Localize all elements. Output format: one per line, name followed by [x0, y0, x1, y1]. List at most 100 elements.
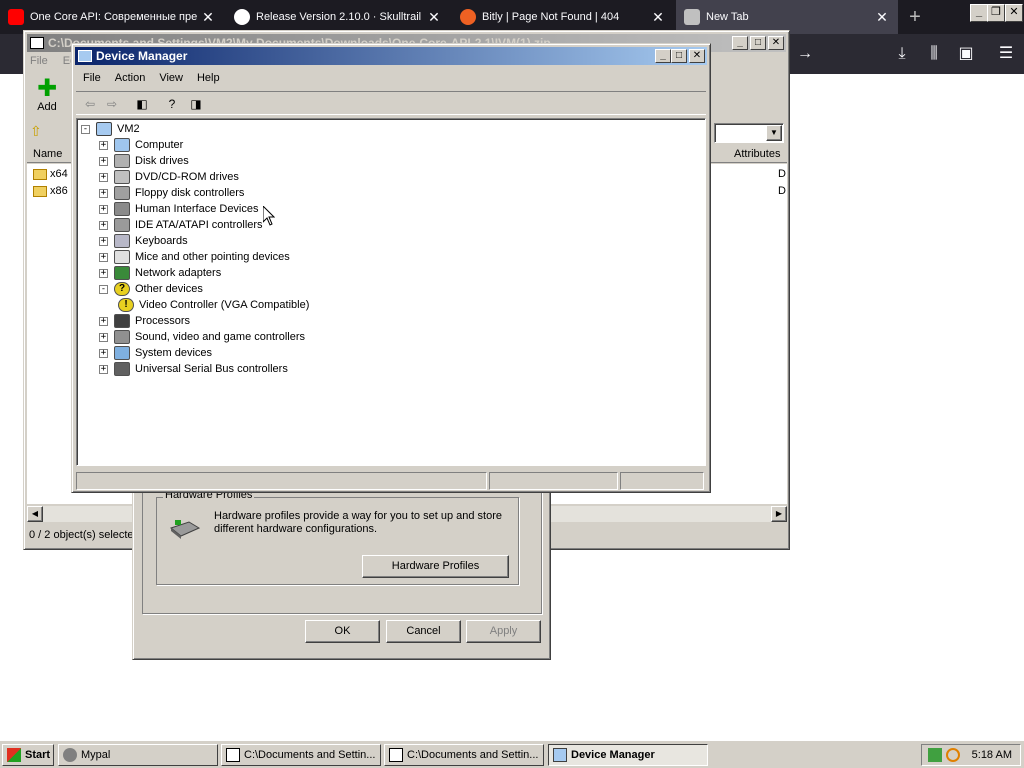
maximize-button[interactable]: □ — [750, 36, 766, 50]
tree-category-item[interactable]: + Sound, video and game controllers — [99, 329, 305, 345]
expand-icon[interactable]: + — [99, 204, 108, 214]
network-tray-icon[interactable] — [928, 748, 942, 762]
sidebar-icon[interactable]: ▣ — [955, 43, 977, 65]
expand-icon[interactable]: + — [99, 252, 108, 262]
menu-file[interactable]: File — [76, 72, 108, 84]
path-combobox[interactable]: ▼ — [714, 123, 784, 143]
status-cell — [620, 472, 704, 490]
new-tab-button[interactable]: + — [904, 6, 926, 28]
tree-item-label: System devices — [135, 347, 213, 359]
column-attributes[interactable]: Attributes — [734, 148, 780, 160]
system-tray: 5:18 AM — [921, 744, 1021, 766]
tree-child-item[interactable]: ! Video Controller (VGA Compatible) — [118, 297, 309, 313]
minimize-button[interactable]: _ — [970, 4, 988, 22]
tree-category-item[interactable]: + Keyboards — [99, 233, 188, 249]
up-folder-icon[interactable]: ⇧ — [30, 123, 42, 140]
back-icon[interactable]: ⇦ — [80, 95, 100, 113]
collapse-icon[interactable]: - — [99, 284, 108, 294]
column-name[interactable]: Name — [33, 148, 62, 160]
close-tab-icon[interactable]: ✕ — [426, 9, 442, 26]
tree-item-label: Keyboards — [135, 235, 188, 247]
hardware-profiles-button[interactable]: Hardware Profiles — [362, 555, 509, 578]
browser-tab-1[interactable]: One Core API: Современные пре ✕ — [0, 0, 224, 34]
tree-root[interactable]: - VM2 — [81, 121, 140, 137]
expand-icon[interactable]: + — [99, 316, 108, 326]
forward-icon[interactable]: ⇨ — [102, 95, 122, 113]
device-tree[interactable]: - VM2 + Computer + Disk drives + DVD/CD-ROM d… — [76, 118, 706, 466]
taskbar-item-explorer-2[interactable]: C:\Documents and Settin... — [384, 744, 544, 766]
tree-category-item[interactable]: + Network adapters — [99, 265, 221, 281]
clock[interactable]: 5:18 AM — [972, 749, 1012, 761]
tree-category-item[interactable]: + Human Interface Devices — [99, 201, 259, 217]
expand-icon[interactable]: + — [99, 348, 108, 358]
tree-item-label: Floppy disk controllers — [135, 187, 245, 199]
tree-category-item[interactable]: + DVD/CD-ROM drives — [99, 169, 239, 185]
close-tab-icon[interactable]: ✕ — [874, 9, 890, 26]
close-button[interactable]: ✕ — [689, 49, 705, 63]
show-action-pane-icon[interactable]: ◨ — [186, 95, 206, 113]
tree-category-item[interactable]: + System devices — [99, 345, 212, 361]
library-icon[interactable]: ⫼ — [923, 43, 945, 65]
taskbar-item-explorer-1[interactable]: C:\Documents and Settin... — [221, 744, 381, 766]
tree-category-item[interactable]: + Floppy disk controllers — [99, 185, 244, 201]
hardware-profiles-description: Hardware profiles provide a way for you … — [214, 510, 502, 535]
chevron-down-icon[interactable]: ▼ — [766, 125, 782, 141]
windows-logo-icon — [7, 748, 21, 762]
menu-file[interactable]: File — [30, 55, 48, 67]
close-button[interactable]: ✕ — [1005, 4, 1023, 22]
tree-category-item[interactable]: + IDE ATA/ATAPI controllers — [99, 217, 263, 233]
bitly-icon — [460, 9, 476, 25]
browser-tab-3[interactable]: Bitly | Page Not Found | 404 ✕ — [452, 0, 674, 34]
expand-icon[interactable]: + — [99, 332, 108, 342]
expand-icon[interactable]: + — [99, 268, 108, 278]
restore-button[interactable]: ❐ — [987, 4, 1005, 22]
tree-category-item[interactable]: -? Other devices — [99, 281, 203, 297]
browser-tab-4[interactable]: New Tab ✕ — [676, 0, 898, 34]
close-tab-icon[interactable]: ✕ — [650, 9, 666, 26]
add-button[interactable]: ✚ Add — [32, 77, 62, 114]
tree-category-item[interactable]: + Mice and other pointing devices — [99, 249, 290, 265]
taskbar-item-device-manager[interactable]: Device Manager — [548, 744, 708, 766]
start-label: Start — [25, 749, 51, 761]
close-button[interactable]: ✕ — [768, 36, 784, 50]
taskbar-item-mypal[interactable]: Mypal — [58, 744, 218, 766]
scroll-left-icon[interactable]: ◀ — [27, 506, 43, 522]
menu-icon[interactable]: ☰ — [995, 43, 1017, 65]
collapse-icon[interactable]: - — [81, 124, 90, 134]
expand-icon[interactable]: + — [99, 364, 108, 374]
forward-icon[interactable]: → — [794, 43, 816, 65]
tree-category-item[interactable]: + Disk drives — [99, 153, 189, 169]
apply-button[interactable]: Apply — [466, 620, 541, 643]
expand-icon[interactable]: + — [99, 236, 108, 246]
menu-view[interactable]: View — [152, 72, 190, 84]
tree-item-label: Disk drives — [135, 155, 189, 167]
close-tab-icon[interactable]: ✕ — [200, 9, 216, 26]
scroll-right-icon[interactable]: ▶ — [771, 506, 787, 522]
browser-tab-2[interactable]: Release Version 2.10.0 · Skulltrail ✕ — [226, 0, 450, 34]
hardware-profiles-icon — [167, 514, 201, 540]
download-icon[interactable]: ⤓ — [891, 43, 913, 65]
expand-icon[interactable]: + — [99, 156, 108, 166]
tree-category-item[interactable]: + Computer — [99, 137, 183, 153]
expand-icon[interactable]: + — [99, 140, 108, 150]
expand-icon[interactable]: + — [99, 172, 108, 182]
minimize-button[interactable]: _ — [732, 36, 748, 50]
show-hide-console-tree-icon[interactable]: ◧ — [132, 95, 152, 113]
tree-item-label: Mice and other pointing devices — [135, 251, 290, 263]
menu-action[interactable]: Action — [108, 72, 153, 84]
tree-item-label: Processors — [135, 315, 191, 327]
expand-icon[interactable]: + — [99, 220, 108, 230]
start-button[interactable]: Start — [2, 744, 54, 766]
tree-category-item[interactable]: + Processors — [99, 313, 190, 329]
cancel-button[interactable]: Cancel — [386, 620, 461, 643]
expand-icon[interactable]: + — [99, 188, 108, 198]
minimize-button[interactable]: _ — [655, 49, 671, 63]
hardware-profiles-group: Hardware Profiles Hardware profiles prov… — [156, 489, 519, 585]
search-tray-icon[interactable] — [946, 748, 960, 762]
help-icon[interactable]: ? — [162, 95, 182, 113]
floppy-controller-icon — [114, 186, 130, 200]
menu-help[interactable]: Help — [190, 72, 227, 84]
maximize-button[interactable]: □ — [671, 49, 687, 63]
tree-category-item[interactable]: + Universal Serial Bus controllers — [99, 361, 288, 377]
ok-button[interactable]: OK — [305, 620, 380, 643]
